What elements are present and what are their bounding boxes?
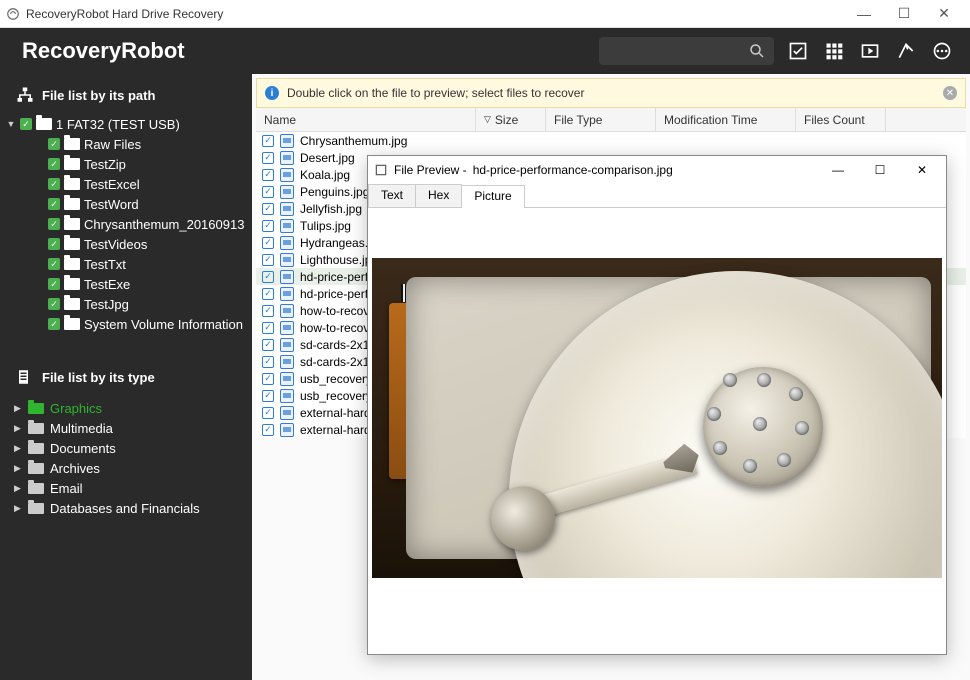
- type-item[interactable]: ▶Archives: [0, 458, 252, 478]
- tree-folder[interactable]: ✓System Volume Information: [28, 314, 252, 334]
- info-close-button[interactable]: ✕: [943, 86, 957, 100]
- tree-folder[interactable]: ✓Chrysanthemum_20160913: [28, 214, 252, 234]
- preview-tabs[interactable]: TextHexPicture: [368, 184, 946, 208]
- image-file-icon: [280, 151, 294, 165]
- tree-icon: [16, 86, 34, 104]
- folder-tree[interactable]: ▼✓ 1 FAT32 (TEST USB) ✓Raw Files✓TestZip…: [0, 114, 252, 342]
- image-file-icon: [280, 134, 294, 148]
- preview-tab-text[interactable]: Text: [368, 184, 416, 207]
- preview-maximize-button[interactable]: ☐: [862, 158, 898, 182]
- image-file-icon: [280, 219, 294, 233]
- info-text: Double click on the file to preview; sel…: [287, 86, 584, 100]
- tree-folder[interactable]: ✓Raw Files: [28, 134, 252, 154]
- image-file-icon: [280, 202, 294, 216]
- window-maximize-button[interactable]: ☐: [884, 0, 924, 28]
- info-bar: i Double click on the file to preview; s…: [256, 78, 966, 108]
- search-input[interactable]: [599, 37, 774, 65]
- tree-folder[interactable]: ✓TestWord: [28, 194, 252, 214]
- col-mtime[interactable]: Modification Time: [656, 108, 796, 131]
- tree-folder[interactable]: ✓TestVideos: [28, 234, 252, 254]
- grid-view-icon[interactable]: [820, 37, 848, 65]
- type-item[interactable]: ▶Databases and Financials: [0, 498, 252, 518]
- window-titlebar: RecoveryRobot Hard Drive Recovery — ☐ ✕: [0, 0, 970, 28]
- tree-folder[interactable]: ✓TestExe: [28, 274, 252, 294]
- more-menu-icon[interactable]: [928, 37, 956, 65]
- check-mode-icon[interactable]: [784, 37, 812, 65]
- sidebar: File list by its path ▼✓ 1 FAT32 (TEST U…: [0, 74, 252, 680]
- preview-titlebar[interactable]: File Preview - hd-price-performance-comp…: [368, 156, 946, 184]
- window-close-button[interactable]: ✕: [924, 0, 964, 28]
- image-file-icon: [280, 321, 294, 335]
- image-file-icon: [280, 406, 294, 420]
- image-file-icon: [280, 287, 294, 301]
- image-file-icon: [280, 372, 294, 386]
- image-file-icon: [280, 423, 294, 437]
- recover-icon[interactable]: [892, 37, 920, 65]
- type-item[interactable]: ▶Email: [0, 478, 252, 498]
- col-filetype[interactable]: File Type: [546, 108, 656, 131]
- preview-filename: hd-price-performance-comparison.jpg: [473, 163, 673, 177]
- image-file-icon: [280, 304, 294, 318]
- list-icon: [16, 368, 34, 386]
- image-file-icon: [280, 338, 294, 352]
- file-preview-window[interactable]: File Preview - hd-price-performance-comp…: [367, 155, 947, 655]
- col-name[interactable]: Name: [256, 108, 476, 131]
- col-size[interactable]: ▽Size: [476, 108, 546, 131]
- image-file-icon: [280, 168, 294, 182]
- column-headers[interactable]: Name ▽Size File Type Modification Time F…: [256, 108, 966, 132]
- preview-minimize-button[interactable]: —: [820, 158, 856, 182]
- tree-folder[interactable]: ✓TestZip: [28, 154, 252, 174]
- preview-tab-picture[interactable]: Picture: [461, 185, 524, 208]
- image-file-icon: [280, 270, 294, 284]
- type-item[interactable]: ▶Multimedia: [0, 418, 252, 438]
- col-count[interactable]: Files Count: [796, 108, 886, 131]
- app-brand: RecoveryRobot: [22, 38, 185, 64]
- file-list-by-type-header: File list by its type: [0, 356, 252, 396]
- search-icon: [748, 42, 766, 60]
- tree-folder[interactable]: ✓TestExcel: [28, 174, 252, 194]
- type-item[interactable]: ▶Graphics: [0, 398, 252, 418]
- tree-folder[interactable]: ✓TestTxt: [28, 254, 252, 274]
- window-title: RecoveryRobot Hard Drive Recovery: [26, 7, 223, 21]
- file-row[interactable]: ✓Chrysanthemum.jpg: [256, 132, 966, 149]
- preview-close-button[interactable]: ✕: [904, 158, 940, 182]
- tree-root[interactable]: ▼✓ 1 FAT32 (TEST USB): [0, 114, 252, 134]
- preview-app-icon: [374, 163, 388, 177]
- window-minimize-button[interactable]: —: [844, 0, 884, 28]
- file-list-by-path-header: File list by its path: [0, 74, 252, 114]
- preview-title-prefix: File Preview -: [394, 163, 467, 177]
- preview-toggle-icon[interactable]: [856, 37, 884, 65]
- app-header: RecoveryRobot: [0, 28, 970, 74]
- image-file-icon: [280, 389, 294, 403]
- image-file-icon: [280, 355, 294, 369]
- type-item[interactable]: ▶Documents: [0, 438, 252, 458]
- preview-tab-hex[interactable]: Hex: [415, 184, 462, 207]
- image-file-icon: [280, 253, 294, 267]
- image-file-icon: [280, 236, 294, 250]
- app-icon: [6, 7, 20, 21]
- preview-image: [372, 258, 942, 578]
- type-list[interactable]: ▶Graphics▶Multimedia▶Documents▶Archives▶…: [0, 396, 252, 528]
- tree-folder[interactable]: ✓TestJpg: [28, 294, 252, 314]
- info-icon: i: [265, 86, 279, 100]
- preview-body: [368, 208, 946, 654]
- image-file-icon: [280, 185, 294, 199]
